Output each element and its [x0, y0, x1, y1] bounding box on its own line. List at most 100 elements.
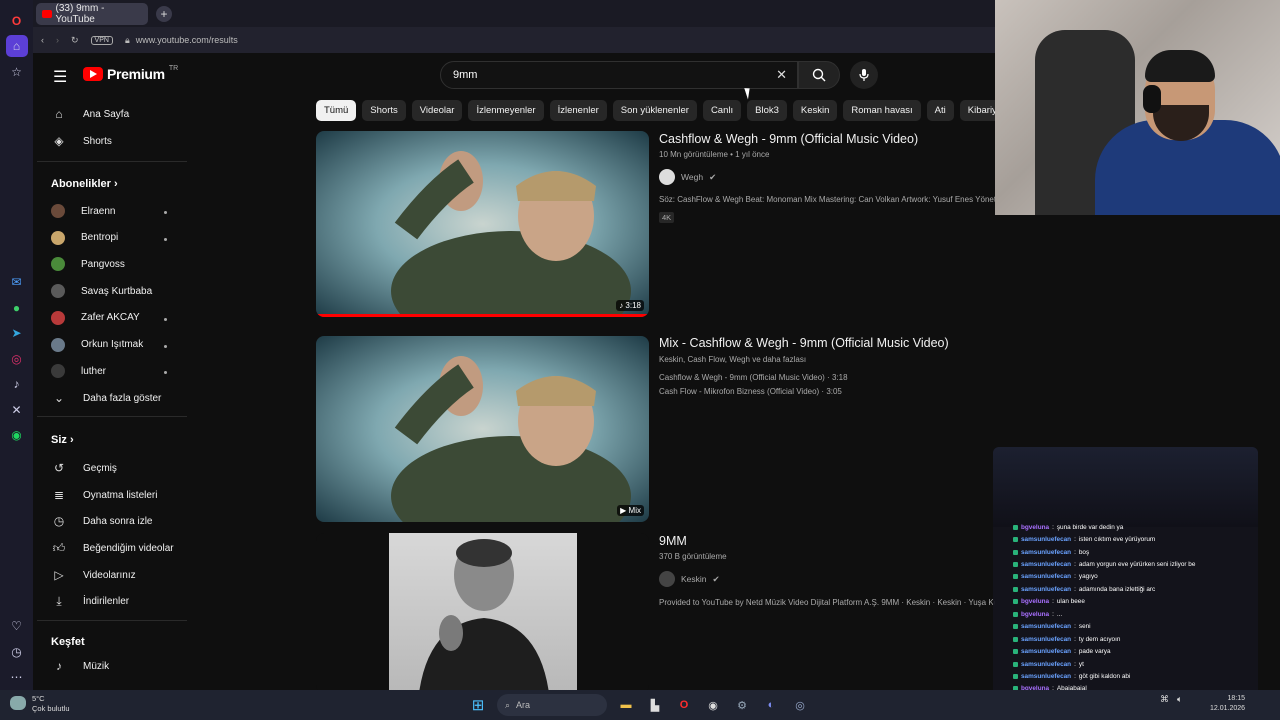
- forward-icon[interactable]: ›: [56, 35, 59, 45]
- heart-icon[interactable]: ♡: [6, 616, 28, 637]
- reload-icon[interactable]: ↻: [71, 35, 79, 46]
- opera-logo-icon[interactable]: O: [6, 10, 28, 31]
- filter-chip[interactable]: Son yüklenenler: [612, 100, 697, 121]
- result-3-title[interactable]: 9MM: [659, 534, 687, 548]
- result-1-thumbnail[interactable]: ♪ 3:18: [316, 131, 649, 317]
- whatsapp-icon[interactable]: ●: [6, 297, 28, 318]
- guide-downloads[interactable]: ⤓ İndirilenler: [51, 593, 129, 609]
- avatar: [51, 337, 65, 352]
- filter-chip[interactable]: Keskin: [792, 100, 838, 121]
- home-icon[interactable]: ⌂: [5, 35, 28, 57]
- subscriptions-header[interactable]: Abonelikler ›: [51, 178, 118, 190]
- clock-icon: ◷: [53, 514, 65, 528]
- menu-icon[interactable]: ☰: [53, 67, 67, 87]
- chat-separator: :: [1074, 672, 1076, 680]
- guide-shorts[interactable]: ◈ Shorts: [51, 133, 112, 149]
- guide-liked[interactable]: 👍︎ Beğendiğim videolar: [51, 540, 174, 556]
- network-icon[interactable]: ⌘: [1160, 694, 1169, 705]
- filter-chip[interactable]: Ati: [926, 100, 954, 121]
- windows-start-icon[interactable]: ⊞: [468, 695, 488, 715]
- subscription-item[interactable]: luther: [51, 364, 106, 379]
- weather-widget[interactable]: 5°C Çok bulutlu: [10, 694, 70, 714]
- history-icon[interactable]: ◷: [6, 641, 28, 662]
- clear-search-icon[interactable]: ✕: [776, 67, 787, 83]
- chat-text: seni: [1078, 623, 1091, 631]
- guide-music[interactable]: ♪ Müzik: [51, 658, 109, 674]
- terminal-icon[interactable]: ▙: [645, 695, 665, 715]
- chat-username: bgveluna: [1021, 523, 1050, 531]
- tab-youtube[interactable]: (33) 9mm - YouTube: [36, 2, 148, 25]
- show-more-label: Daha fazla göster: [83, 392, 162, 404]
- subscription-item[interactable]: Elraenn: [51, 204, 115, 218]
- subscription-item[interactable]: Bentropi: [51, 230, 118, 245]
- telegram-icon[interactable]: ➤: [6, 323, 28, 344]
- steam-icon[interactable]: ◎: [790, 695, 810, 715]
- new-tab-button[interactable]: +: [156, 5, 172, 22]
- filter-chip[interactable]: Blok3: [747, 100, 787, 121]
- youtube-logo[interactable]: Premium TR: [83, 64, 179, 82]
- filter-chip[interactable]: Shorts: [362, 100, 406, 121]
- search-button[interactable]: [798, 61, 840, 89]
- tiktok-icon[interactable]: ♪: [6, 373, 28, 394]
- more-icon[interactable]: ⋯: [6, 667, 28, 688]
- guide-history[interactable]: ↺ Geçmiş: [51, 460, 117, 476]
- discord-icon[interactable]: ◐: [761, 695, 781, 715]
- subscription-item[interactable]: Zafer AKCAY: [51, 310, 140, 325]
- result-1-channel[interactable]: Wegh ✔︎: [659, 169, 716, 185]
- result-3-channel[interactable]: Keskin ✔︎: [659, 571, 720, 587]
- taskbar-clock[interactable]: 18:15 12.01.2026: [1210, 694, 1245, 714]
- result-3-thumbnail[interactable]: [316, 533, 649, 690]
- result-2-item-1[interactable]: Cashflow & Wegh - 9mm (Official Music Vi…: [659, 373, 848, 382]
- filter-chip[interactable]: Roman havası: [843, 100, 921, 121]
- instagram-icon[interactable]: ◎: [6, 348, 28, 369]
- filter-chip[interactable]: İzlenmeyenler: [468, 100, 544, 121]
- chat-background-image: [993, 447, 1258, 527]
- result-2-thumbnail[interactable]: ▶ Mix: [316, 336, 649, 522]
- filter-chip[interactable]: Videolar: [411, 100, 463, 121]
- subscription-name: Orkun Işıtmak: [81, 339, 144, 350]
- chevron-right-icon: ›: [113, 178, 118, 190]
- vpn-badge[interactable]: VPN: [90, 35, 113, 45]
- voice-search-button[interactable]: [850, 61, 878, 89]
- file-explorer-icon[interactable]: ▬: [616, 695, 636, 715]
- result-1-title[interactable]: Cashflow & Wegh - 9mm (Official Music Vi…: [659, 132, 918, 146]
- guide-playlists[interactable]: ≣ Oynatma listeleri: [51, 487, 158, 503]
- x-icon[interactable]: ✕: [6, 399, 28, 420]
- guide-watch-later[interactable]: ◷ Daha sonra izle: [51, 513, 153, 529]
- avatar: [51, 364, 65, 379]
- result-3-meta: 370 B görüntüleme: [659, 552, 727, 561]
- chat-text: boş: [1078, 548, 1090, 556]
- search-icon: ⌕: [505, 699, 511, 710]
- chat-message: bgveluna:...: [1013, 608, 1195, 620]
- you-header[interactable]: Siz ›: [51, 434, 74, 446]
- spotify-icon[interactable]: ◉: [6, 424, 28, 445]
- volume-icon[interactable]: 🔈︎: [1177, 694, 1182, 705]
- new-content-dot: [164, 237, 167, 241]
- result-2-item-2[interactable]: Cash Flow - Mikrofon Bizness (Official V…: [659, 387, 842, 396]
- subscription-item[interactable]: Savaş Kurtbaba: [51, 284, 152, 299]
- logo-region: TR: [168, 64, 179, 72]
- subscription-item[interactable]: Orkun Işıtmak: [51, 337, 144, 352]
- show-more-button[interactable]: ⌄ Daha fazla göster: [51, 390, 161, 406]
- messenger-icon[interactable]: ✉: [6, 272, 28, 293]
- streamer-hair-image: [1145, 50, 1215, 82]
- settings-icon[interactable]: ⚙: [732, 695, 752, 715]
- result-2-title[interactable]: Mix - Cashflow & Wegh - 9mm (Official Mu…: [659, 336, 949, 350]
- obs-icon[interactable]: ◉: [703, 695, 723, 715]
- filter-chip[interactable]: İzlenenler: [549, 100, 607, 121]
- search-input[interactable]: 9mm ✕: [440, 61, 798, 89]
- guide-your-videos[interactable]: ▷ Videolarınız: [51, 567, 135, 583]
- guide-home[interactable]: ⌂ Ana Sayfa: [51, 106, 129, 122]
- back-icon[interactable]: ‹: [41, 35, 44, 45]
- url-field[interactable]: www.youtube.com/results: [136, 35, 238, 45]
- filter-chip[interactable]: Canlı: [702, 100, 742, 121]
- history-icon: ↺: [53, 461, 65, 475]
- taskbar-search[interactable]: ⌕ Ara: [497, 694, 607, 716]
- opera-icon[interactable]: O: [674, 695, 694, 715]
- bookmarks-icon[interactable]: ☆: [6, 61, 28, 82]
- left-guide: ⌂ Ana Sayfa ◈ Shorts Abonelikler › Elrae…: [33, 98, 199, 690]
- chat-username: samsunluefecan: [1021, 536, 1072, 544]
- filter-chip[interactable]: Tümü: [316, 100, 357, 121]
- subscription-item[interactable]: Pangvoss: [51, 257, 125, 272]
- filter-chip[interactable]: Kibariye: [959, 100, 995, 121]
